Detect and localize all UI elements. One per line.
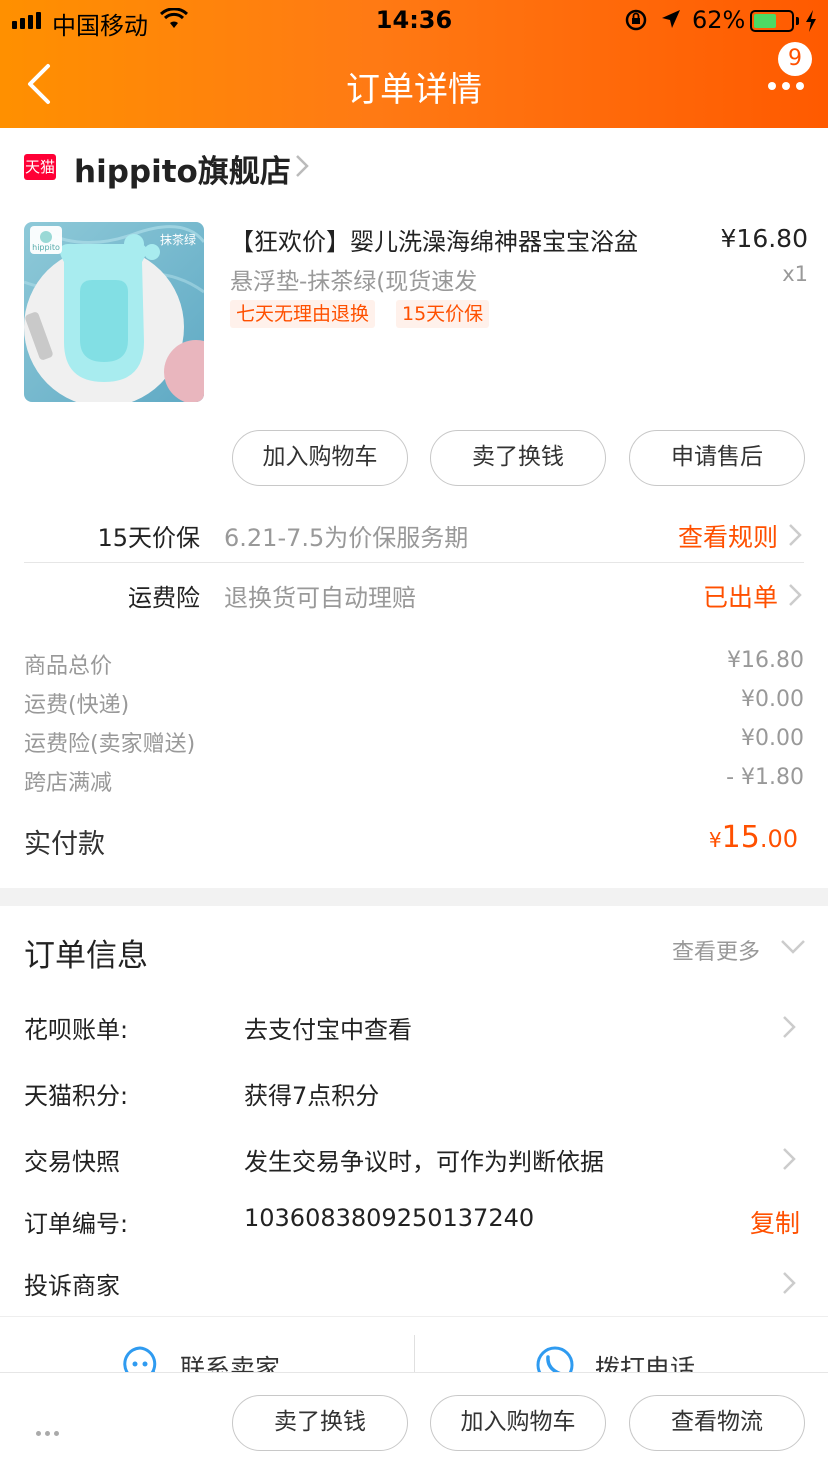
- chevron-right-icon: [788, 522, 802, 552]
- chevron-right-icon: [782, 1146, 796, 1178]
- contact-bar: 联系卖家 拨打电话: [0, 1316, 828, 1372]
- order-number-row: 订单编号: 1036083809250137240 复制: [0, 1204, 828, 1244]
- resell-button[interactable]: 卖了换钱: [430, 430, 606, 486]
- paid-integer: 15: [721, 820, 760, 855]
- insurance-status-link[interactable]: 已出单: [703, 578, 778, 614]
- paid-label: 实付款: [24, 829, 105, 860]
- battery-level: [754, 14, 776, 28]
- view-rules-link[interactable]: 查看规则: [678, 518, 778, 554]
- add-to-cart-button-bottom[interactable]: 加入购物车: [430, 1395, 606, 1451]
- more-options-icon[interactable]: [36, 1421, 63, 1440]
- page-title: 订单详情: [346, 70, 482, 110]
- battery-percent: 62%: [692, 6, 746, 34]
- more-dots-icon: [796, 82, 804, 90]
- info-value: 发生交易争议时，可作为判断依据: [244, 1148, 604, 1176]
- product-sku: 悬浮垫-抹茶绿(现货速发: [230, 269, 478, 295]
- resell-button-bottom[interactable]: 卖了换钱: [232, 1395, 408, 1451]
- product-image[interactable]: hippito 抹茶绿: [24, 222, 204, 402]
- view-more-button[interactable]: 查看更多: [672, 934, 760, 966]
- contact-seller-button[interactable]: 联系卖家: [0, 1317, 414, 1372]
- after-sales-button[interactable]: 申请售后: [629, 430, 805, 486]
- section-separator: [0, 888, 828, 906]
- add-to-cart-button[interactable]: 加入购物车: [232, 430, 408, 486]
- status-bar: 中国移动 14:36 62%: [0, 0, 828, 42]
- chevron-right-icon: [782, 1270, 796, 1302]
- tag-price-protection: 15天价保: [396, 300, 490, 328]
- summary-value: ¥0.00: [741, 726, 804, 751]
- chevron-right-icon: [294, 152, 310, 184]
- product-image-brand: hippito: [32, 243, 60, 252]
- info-label: 订单编号:: [24, 1210, 129, 1238]
- charging-bolt-icon: [804, 9, 818, 39]
- header: 中国移动 14:36 62% 订单详情 9: [0, 0, 828, 128]
- product-price: ¥16.80: [720, 224, 808, 253]
- info-label: 花呗账单:: [24, 1016, 129, 1044]
- location-arrow-icon: [660, 8, 682, 36]
- summary-label: 运费险(卖家赠送): [24, 732, 196, 757]
- order-number: 1036083809250137240: [244, 1204, 535, 1232]
- paid-currency: ¥: [708, 828, 722, 852]
- message-badge: 9: [778, 42, 812, 76]
- summary-discount: 跨店满减 - ¥1.80: [24, 765, 804, 799]
- contact-seller-label: 联系卖家: [180, 1354, 281, 1372]
- store-link[interactable]: 天猫 hippito旗舰店: [0, 128, 828, 206]
- summary-goods-total: 商品总价 ¥16.80: [24, 648, 804, 682]
- trade-snapshot-row[interactable]: 交易快照 发生交易争议时，可作为判断依据: [0, 1142, 828, 1182]
- order-info-title: 订单信息: [24, 938, 148, 974]
- service-desc: 退换货可自动理赔: [224, 584, 416, 612]
- summary-label: 商品总价: [24, 654, 113, 679]
- service-label: 15天价保: [97, 524, 200, 552]
- huabei-row[interactable]: 花呗账单: 去支付宝中查看: [0, 1010, 828, 1050]
- info-value: 去支付宝中查看: [244, 1016, 412, 1044]
- summary-shipping-insurance: 运费险(卖家赠送) ¥0.00: [24, 726, 804, 760]
- phone-icon: [535, 1345, 575, 1372]
- product-image-color-label: 抹茶绿: [160, 232, 196, 247]
- summary-value: - ¥1.80: [726, 765, 804, 790]
- info-label: 交易快照: [24, 1148, 120, 1176]
- orientation-lock-icon: [624, 8, 648, 38]
- price-protection-row[interactable]: 15天价保 6.21-7.5为价保服务期 查看规则: [0, 504, 828, 564]
- store-name: hippito旗舰店: [74, 154, 291, 190]
- service-desc: 6.21-7.5为价保服务期: [224, 524, 469, 552]
- info-label: 投诉商家: [24, 1272, 120, 1300]
- paid-amount: ¥15.00: [709, 820, 798, 855]
- chevron-down-icon[interactable]: [780, 938, 806, 960]
- more-dots-icon: [768, 82, 776, 90]
- tmall-logo: 天猫: [24, 154, 56, 180]
- chevron-right-icon: [782, 1014, 796, 1046]
- battery-tip: [796, 17, 799, 25]
- summary-label: 运费(快递): [24, 693, 130, 718]
- chevron-right-icon: [788, 582, 802, 612]
- bottom-action-bar: 卖了换钱 加入购物车 查看物流: [0, 1372, 828, 1472]
- battery-icon: [750, 10, 794, 32]
- view-logistics-button[interactable]: 查看物流: [629, 1395, 805, 1451]
- more-dots-icon: [782, 82, 790, 90]
- summary-value: ¥0.00: [741, 687, 804, 712]
- summary-shipping: 运费(快递) ¥0.00: [24, 687, 804, 721]
- paid-decimal: .00: [759, 825, 798, 853]
- tag-seven-day-return: 七天无理由退换: [230, 300, 376, 328]
- points-row: 天猫积分: 获得7点积分: [0, 1076, 828, 1116]
- copy-button[interactable]: 复制: [750, 1204, 800, 1240]
- product-quantity: x1: [782, 262, 808, 286]
- product-title[interactable]: 【狂欢价】婴儿洗澡海绵神器宝宝浴盆: [230, 222, 638, 257]
- call-phone-button[interactable]: 拨打电话: [415, 1317, 828, 1372]
- chat-bubble-icon: [120, 1345, 160, 1372]
- complain-row[interactable]: 投诉商家: [0, 1266, 828, 1306]
- info-label: 天猫积分:: [24, 1082, 129, 1110]
- info-value: 获得7点积分: [244, 1082, 380, 1110]
- call-phone-label: 拨打电话: [595, 1354, 696, 1372]
- service-label: 运费险: [128, 584, 200, 612]
- summary-label: 跨店满减: [24, 771, 113, 796]
- summary-value: ¥16.80: [727, 648, 804, 673]
- divider: [24, 562, 804, 563]
- shipping-insurance-row[interactable]: 运费险 退换货可自动理赔 已出单: [0, 564, 828, 624]
